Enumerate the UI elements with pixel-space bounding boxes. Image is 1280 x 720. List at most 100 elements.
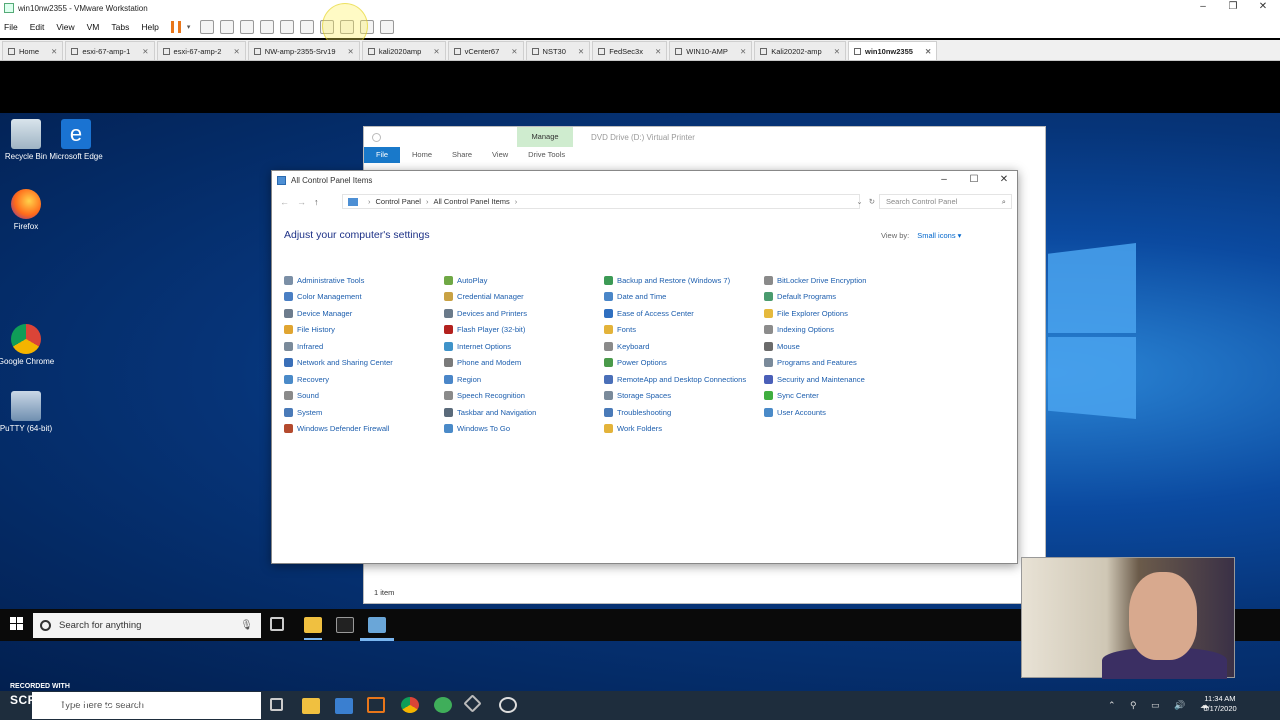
control-panel-item[interactable]: Infrared — [284, 338, 444, 355]
control-panel-item[interactable]: Devices and Printers — [444, 305, 604, 322]
control-panel-item[interactable]: Windows Defender Firewall — [284, 421, 444, 438]
tab-vcenter67[interactable]: vCenter67 ✕ — [447, 41, 524, 60]
close-icon[interactable]: ✕ — [989, 173, 1019, 187]
screencast-taskbar-icon[interactable] — [367, 697, 385, 713]
control-panel-item[interactable]: Phone and Modem — [444, 355, 604, 372]
control-panel-item[interactable]: Administrative Tools — [284, 272, 444, 289]
control-panel-item[interactable]: Ease of Access Center — [604, 305, 764, 322]
file-explorer-icon[interactable] — [302, 698, 320, 714]
close-icon[interactable]: ✕ — [655, 47, 661, 56]
maximize-icon[interactable]: ☐ — [959, 173, 989, 187]
ribbon-tab-file[interactable]: File — [364, 147, 400, 163]
breadcrumb-control-panel[interactable]: Control Panel — [376, 197, 421, 206]
control-panel-item[interactable]: User Accounts — [764, 404, 924, 421]
close-icon[interactable]: ✕ — [51, 47, 57, 56]
close-icon[interactable]: ✕ — [348, 47, 354, 56]
breadcrumb[interactable]: › Control Panel › All Control Panel Item… — [342, 194, 875, 209]
tab-nw-amp-2355-srv19[interactable]: NW-amp-2355-Srv19 ✕ — [247, 41, 360, 60]
terminal-icon[interactable] — [336, 617, 354, 633]
control-panel-item[interactable]: BitLocker Drive Encryption — [764, 272, 924, 289]
search-input[interactable]: Search Control Panel ⌕ — [879, 194, 1012, 209]
control-panel-item[interactable]: Keyboard — [604, 338, 764, 355]
forward-arrow-icon[interactable]: → — [297, 197, 306, 207]
control-panel-item[interactable]: File Explorer Options — [764, 305, 924, 322]
cube-icon[interactable] — [463, 694, 482, 713]
tab-esxi-67-amp-1[interactable]: esxi-67-amp-1 ✕ — [65, 41, 155, 60]
ribbon-tab-share[interactable]: Share — [452, 147, 472, 163]
control-panel-window[interactable]: All Control Panel Items – ☐ ✕ ← → ↑ › Co… — [271, 170, 1018, 564]
tab-nst30[interactable]: NST30 ✕ — [525, 41, 591, 60]
close-icon[interactable]: ✕ — [433, 47, 439, 56]
view-by-dropdown[interactable]: Small icons ▾ — [917, 231, 961, 240]
control-panel-item[interactable]: Security and Maintenance — [764, 371, 924, 388]
pause-dropdown-icon[interactable]: ▾ — [187, 23, 191, 31]
menu-help[interactable]: Help — [141, 22, 158, 32]
close-icon[interactable]: ✕ — [233, 47, 239, 56]
control-panel-item[interactable]: Credential Manager — [444, 289, 604, 306]
control-panel-item[interactable]: Default Programs — [764, 289, 924, 306]
control-panel-item[interactable]: Windows To Go — [444, 421, 604, 438]
close-icon[interactable]: ✕ — [1248, 0, 1278, 16]
maximize-icon[interactable]: ❐ — [1218, 0, 1248, 16]
control-panel-item[interactable]: Indexing Options — [764, 322, 924, 339]
control-panel-item[interactable]: Date and Time — [604, 289, 764, 306]
desktop-icon-putty[interactable]: PuTTY (64-bit) — [0, 391, 56, 434]
tab-home[interactable]: Home ✕ — [2, 41, 64, 60]
vmware-taskbar-icon[interactable] — [335, 698, 353, 714]
close-icon[interactable]: ✕ — [834, 47, 840, 56]
control-panel-item[interactable]: Recovery — [284, 371, 444, 388]
snapshot-icon[interactable] — [220, 20, 235, 34]
task-view-icon[interactable] — [270, 698, 283, 711]
menu-view[interactable]: View — [56, 22, 74, 32]
close-icon[interactable]: ✕ — [511, 47, 517, 56]
windows-start-icon[interactable] — [10, 617, 23, 630]
minimize-icon[interactable]: – — [929, 173, 959, 187]
obs-icon[interactable] — [499, 697, 517, 713]
control-panel-item[interactable]: Troubleshooting — [604, 404, 764, 421]
file-explorer-icon[interactable] — [304, 617, 322, 633]
close-icon[interactable]: ✕ — [142, 47, 148, 56]
microphone-icon[interactable]: 🎙 — [240, 620, 253, 631]
snapshot-manager-icon[interactable] — [260, 20, 275, 34]
control-panel-item[interactable]: AutoPlay — [444, 272, 604, 289]
revert-snapshot-icon[interactable] — [240, 20, 255, 34]
breadcrumb-all-items[interactable]: All Control Panel Items — [433, 197, 509, 206]
menu-tabs[interactable]: Tabs — [111, 22, 129, 32]
desktop-icon-chrome[interactable]: Google Chrome — [0, 324, 56, 367]
control-panel-item[interactable]: Fonts — [604, 322, 764, 339]
control-panel-taskbar-icon[interactable] — [368, 617, 386, 633]
guest-search-box[interactable]: Search for anything 🎙 — [33, 613, 261, 638]
refresh-icon[interactable]: ↻ — [869, 197, 875, 206]
control-panel-item[interactable]: Internet Options — [444, 338, 604, 355]
control-panel-item[interactable]: RemoteApp and Desktop Connections — [604, 371, 764, 388]
close-icon[interactable]: ✕ — [925, 47, 931, 56]
control-panel-item[interactable]: Power Options — [604, 355, 764, 372]
control-panel-item[interactable]: Work Folders — [604, 421, 764, 438]
control-panel-item[interactable]: Sync Center — [764, 388, 924, 405]
control-panel-item[interactable]: Color Management — [284, 289, 444, 306]
control-panel-item[interactable]: Mouse — [764, 338, 924, 355]
tab-kali2020amp[interactable]: kali2020amp ✕ — [361, 41, 446, 60]
menu-edit[interactable]: Edit — [30, 22, 45, 32]
tab-win10nw2355[interactable]: win10nw2355 ✕ — [847, 41, 938, 60]
desktop-icon-edge[interactable]: e Microsoft Edge — [46, 119, 106, 162]
menu-file[interactable]: File — [4, 22, 18, 32]
ribbon-tab-view[interactable]: View — [492, 147, 508, 163]
control-panel-item[interactable]: Flash Player (32-bit) — [444, 322, 604, 339]
minimize-icon[interactable]: – — [1188, 0, 1218, 16]
system-clock[interactable]: 11:34 AM 6/17/2020 — [1196, 694, 1244, 714]
control-panel-item[interactable]: Programs and Features — [764, 355, 924, 372]
stretch-guest-icon[interactable] — [380, 20, 395, 34]
control-panel-item[interactable]: Device Manager — [284, 305, 444, 322]
back-arrow-icon[interactable]: ← — [280, 197, 289, 207]
quick-access-icon[interactable] — [372, 132, 381, 142]
control-panel-item[interactable]: System — [284, 404, 444, 421]
tab-win10-amp[interactable]: WIN10-AMP ✕ — [669, 41, 753, 60]
control-panel-item[interactable]: Backup and Restore (Windows 7) — [604, 272, 764, 289]
thumbnail-bar-icon[interactable] — [300, 20, 315, 34]
pause-icon[interactable] — [170, 21, 181, 33]
control-panel-item[interactable]: Storage Spaces — [604, 388, 764, 405]
up-arrow-icon[interactable]: ↑ — [314, 197, 319, 207]
control-panel-item[interactable]: Network and Sharing Center — [284, 355, 444, 372]
close-icon[interactable]: ✕ — [578, 47, 584, 56]
